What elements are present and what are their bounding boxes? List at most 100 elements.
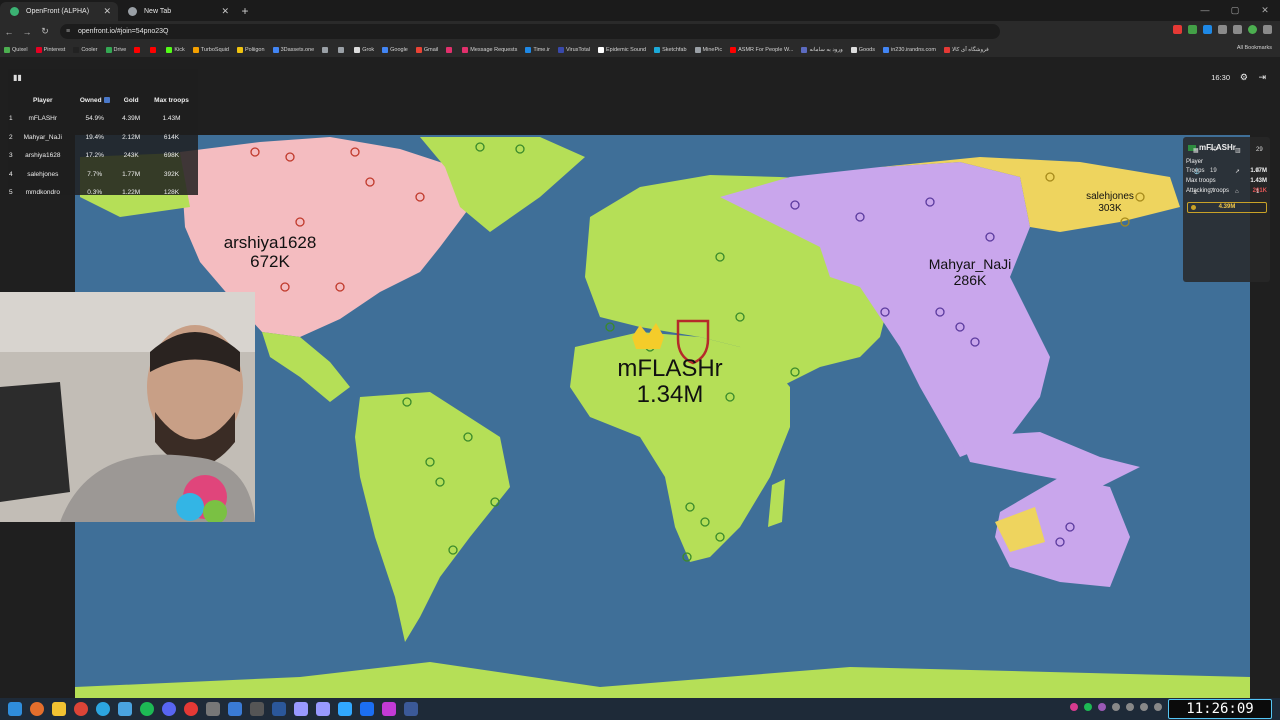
close-window-icon[interactable]: ✕	[1250, 0, 1280, 21]
photoshop-icon[interactable]	[338, 702, 352, 716]
bookmark-item[interactable]	[446, 46, 454, 53]
discord-icon[interactable]	[162, 702, 176, 716]
bookmark-favicon-icon	[446, 46, 453, 53]
chrome-icon[interactable]	[74, 702, 88, 716]
bookmark-item[interactable]: Cooler	[73, 46, 98, 53]
all-bookmarks-button[interactable]: All Bookmarks	[1237, 45, 1272, 51]
leaderboard-row[interactable]: 4 salehjones 7.7% 1.77M 392K	[8, 165, 198, 184]
reload-icon[interactable]: ↻	[36, 26, 54, 37]
bookmark-item[interactable]: 3Dassets.one	[272, 46, 314, 53]
bookmark-item[interactable]: Pinterest	[35, 46, 65, 53]
exit-game-icon[interactable]: ⇥	[1258, 72, 1266, 83]
tab-new-tab[interactable]: New Tab ✕	[118, 2, 236, 21]
col-player[interactable]: Player	[14, 91, 73, 110]
tray-icon[interactable]	[1112, 703, 1120, 711]
minimize-icon[interactable]: —	[1190, 0, 1220, 21]
bookmark-item[interactable]: in230.irandns.com	[883, 46, 936, 53]
bookmark-item[interactable]: Drive	[105, 46, 126, 53]
extension-icon[interactable]	[1218, 25, 1227, 34]
search-icon[interactable]	[30, 702, 44, 716]
leaderboard-cell-troops: 614K	[163, 133, 180, 141]
col-gold[interactable]: Gold	[117, 91, 145, 110]
new-tab-button[interactable]: +	[236, 2, 254, 21]
bookmark-item[interactable]: ورود به سامانه	[801, 46, 843, 53]
bookmark-item[interactable]: Message Requests	[462, 46, 517, 53]
close-tab-icon[interactable]: ✕	[103, 6, 111, 17]
site-info-icon[interactable]: ≡	[66, 24, 70, 39]
url-input[interactable]: ≡ openfront.io/#join=54pno23Q	[60, 24, 1000, 39]
app-icon[interactable]	[360, 702, 374, 716]
profile-icon[interactable]	[1248, 25, 1257, 34]
bookmark-item[interactable]: Grok	[354, 46, 374, 53]
bookmark-item[interactable]: Goods	[850, 46, 875, 53]
newtab-favicon-icon	[128, 7, 137, 16]
app-icon[interactable]	[382, 702, 396, 716]
app-icon[interactable]	[272, 702, 286, 716]
leaderboard-cell-player: salehjones	[27, 170, 59, 178]
back-icon[interactable]: ←	[0, 27, 18, 37]
after-effects-icon[interactable]	[294, 702, 308, 716]
tray-icon[interactable]	[1070, 703, 1078, 711]
bookmark-item[interactable]	[338, 46, 346, 53]
settings-gear-icon[interactable]: ⚙	[1240, 72, 1248, 83]
bookmark-item[interactable]: TurboSquid	[192, 46, 229, 53]
bookmark-item[interactable]: ASMR For People W...	[730, 46, 793, 53]
url-text: openfront.io/#join=54pno23Q	[78, 28, 169, 35]
bookmark-label: MinePic	[702, 46, 723, 53]
tray-icon[interactable]	[1154, 703, 1162, 711]
windows-start-icon[interactable]	[8, 702, 22, 716]
menu-icon[interactable]	[1263, 25, 1272, 34]
extension-icon[interactable]	[1188, 25, 1197, 34]
leaderboard-row[interactable]: 3 arshiya1628 17.2% 243K 698K	[8, 147, 198, 166]
leaderboard-cell-player: arshiya1628	[25, 152, 61, 160]
bookmark-item[interactable]	[150, 46, 158, 53]
system-clock[interactable]: 11:26:09	[1168, 699, 1272, 719]
bookmark-item[interactable]: Quixel	[4, 46, 28, 53]
bookmark-item[interactable]: Kick	[166, 46, 185, 53]
app-icon[interactable]	[404, 702, 418, 716]
extension-icon[interactable]	[1233, 25, 1242, 34]
app-icon[interactable]	[184, 702, 198, 716]
tray-icon[interactable]	[1140, 703, 1148, 711]
bookmark-item[interactable]: Epidemic Sound	[598, 46, 646, 53]
game-view[interactable]: mFLASHr 1.34M arshiya1628 672K Mahyar_NaJi 28…	[0, 57, 1280, 698]
bookmark-item[interactable]: MinePic	[694, 46, 723, 53]
leaderboard-toggle-icon[interactable]: ▮▮	[13, 73, 22, 82]
tray-icon[interactable]	[1098, 703, 1106, 711]
bookmark-favicon-icon	[557, 46, 564, 53]
file-explorer-icon[interactable]	[52, 702, 66, 716]
app-icon[interactable]	[250, 702, 264, 716]
col-max-troops[interactable]: Max troops	[145, 91, 198, 110]
bookmark-item[interactable]	[134, 46, 142, 53]
leaderboard-row[interactable]: 1 mFLASHr 54.9% 4.39M 1.43M	[8, 110, 198, 129]
bookmark-item[interactable]: فروشگاه آی کالا	[943, 46, 989, 53]
bookmark-item[interactable]: Time.ir	[525, 46, 550, 53]
bookmark-favicon-icon	[598, 46, 605, 53]
tray-icon[interactable]	[1084, 703, 1092, 711]
extension-icon[interactable]	[1173, 25, 1182, 34]
bookmark-item[interactable]: Poliigon	[236, 46, 265, 53]
leaderboard-row[interactable]: 5 mmdkondro 0.3% 1.22M 128K	[8, 184, 198, 203]
close-tab-icon[interactable]: ✕	[221, 6, 229, 17]
tray-icon[interactable]	[1126, 703, 1134, 711]
spotify-icon[interactable]	[140, 702, 154, 716]
bookmark-item[interactable]: Gmail	[415, 46, 438, 53]
premiere-icon[interactable]	[316, 702, 330, 716]
col-owned[interactable]: Owned	[72, 91, 117, 110]
bookmark-item[interactable]	[322, 46, 330, 53]
app-icon[interactable]	[206, 702, 220, 716]
stat-value: 29	[1256, 147, 1263, 153]
maximize-icon[interactable]: ▢	[1220, 0, 1250, 21]
leaderboard-cell-gold: 1.77M	[122, 170, 141, 178]
bookmark-favicon-icon	[166, 46, 173, 53]
app-icon[interactable]	[228, 702, 242, 716]
leaderboard-row[interactable]: 2 Mahyar_NaJi 19.4% 2.12M 614K	[8, 128, 198, 147]
bookmark-item[interactable]: Google	[382, 46, 408, 53]
app-icon[interactable]	[118, 702, 132, 716]
bookmark-item[interactable]: VirusTotal	[557, 46, 590, 53]
tab-openfront[interactable]: OpenFront (ALPHA) ✕	[0, 2, 118, 21]
telegram-icon[interactable]	[96, 702, 110, 716]
bookmark-item[interactable]: Sketchfab	[654, 46, 687, 53]
forward-icon[interactable]: →	[18, 27, 36, 37]
extension-icon[interactable]	[1203, 25, 1212, 34]
